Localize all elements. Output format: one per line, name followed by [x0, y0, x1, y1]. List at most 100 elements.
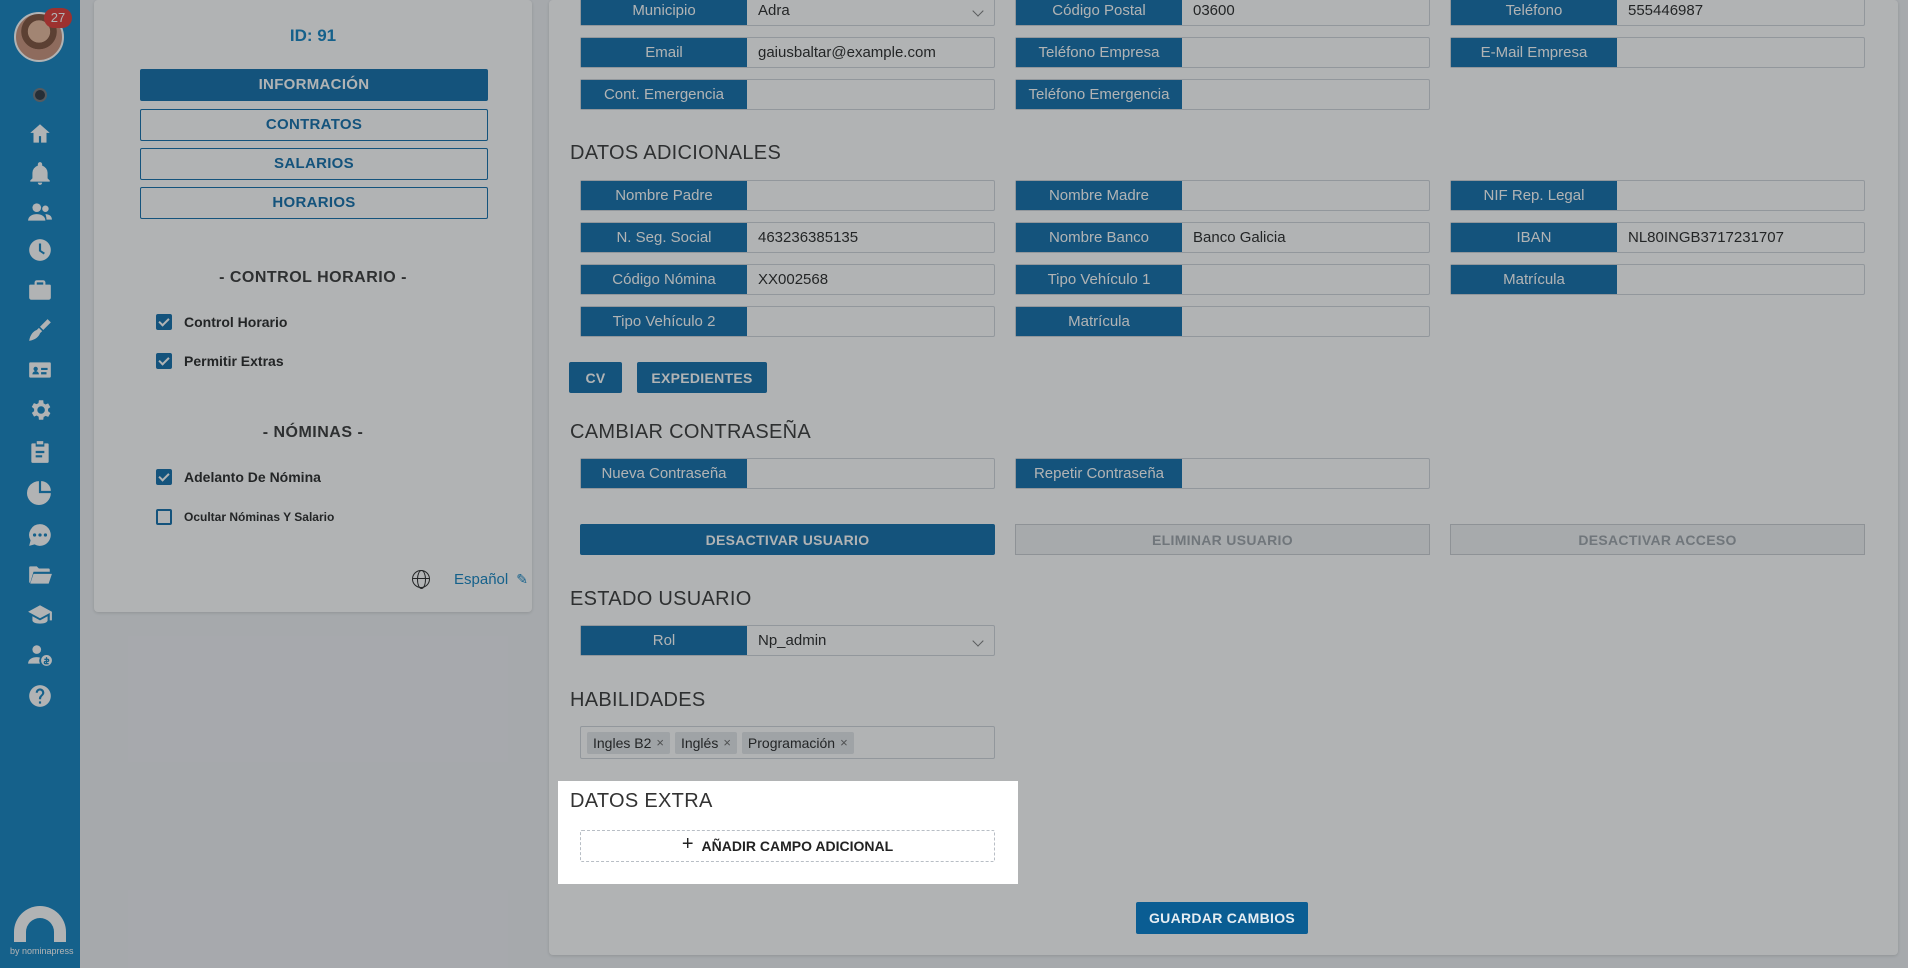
repetir-contrasena-field[interactable]: Repetir Contraseña [1015, 458, 1430, 489]
iban-field[interactable]: IBAN NL80INGB3717231707 [1450, 222, 1865, 253]
estado-usuario-title: ESTADO USUARIO [570, 588, 752, 610]
adelanto-nomina-checkbox-row[interactable]: Adelanto De Nómina [156, 469, 321, 485]
field-value[interactable] [1182, 265, 1429, 294]
field-value[interactable] [1182, 181, 1429, 210]
field-value[interactable]: Np_admin [747, 626, 994, 655]
tab-informacion[interactable]: INFORMACIÓN [140, 69, 488, 101]
nombre-banco-field[interactable]: Nombre Banco Banco Galicia [1015, 222, 1430, 253]
field-label: Teléfono Empresa [1016, 38, 1182, 67]
clock-icon[interactable] [26, 236, 54, 264]
matricula-2-field[interactable]: Matrícula [1015, 306, 1430, 337]
seg-social-field[interactable]: N. Seg. Social 463236385135 [580, 222, 995, 253]
cv-button[interactable]: CV [569, 362, 622, 393]
home-icon[interactable] [26, 120, 54, 148]
field-value[interactable]: 463236385135 [747, 223, 994, 252]
nombre-padre-field[interactable]: Nombre Padre [580, 180, 995, 211]
chevron-down-icon[interactable] [972, 635, 984, 647]
eliminar-usuario-button[interactable]: ELIMINAR USUARIO [1015, 524, 1430, 555]
nif-rep-legal-field[interactable]: NIF Rep. Legal [1450, 180, 1865, 211]
add-extra-field-button[interactable]: + AÑADIR CAMPO ADICIONAL [580, 830, 995, 862]
gear-icon[interactable] [26, 396, 54, 424]
desactivar-acceso-button[interactable]: DESACTIVAR ACCESO [1450, 524, 1865, 555]
habilidades-title: HABILIDADES [570, 689, 706, 711]
desactivar-usuario-button[interactable]: DESACTIVAR USUARIO [580, 524, 995, 555]
id-card-icon[interactable] [26, 356, 54, 384]
rol-select[interactable]: Rol Np_admin [580, 625, 995, 656]
telefono-field[interactable]: Teléfono 555446987 [1450, 0, 1865, 26]
telefono-empresa-field[interactable]: Teléfono Empresa [1015, 37, 1430, 68]
tab-salarios[interactable]: SALARIOS [140, 148, 488, 180]
codigo-nomina-field[interactable]: Código Nómina XX002568 [580, 264, 995, 295]
checkbox-label: Adelanto De Nómina [184, 469, 321, 485]
field-value[interactable]: Adra [747, 0, 994, 25]
field-label: NIF Rep. Legal [1451, 181, 1617, 210]
field-value[interactable] [747, 80, 994, 109]
field-label: Nombre Padre [581, 181, 747, 210]
field-label: Teléfono [1451, 0, 1617, 25]
telefono-emergencia-field[interactable]: Teléfono Emergencia [1015, 79, 1430, 110]
bell-icon[interactable] [26, 160, 54, 188]
checkbox[interactable] [156, 314, 172, 330]
broom-icon[interactable] [26, 316, 54, 344]
clipboard-icon[interactable] [26, 438, 54, 466]
tipo-vehiculo-2-field[interactable]: Tipo Vehículo 2 [580, 306, 995, 337]
field-value[interactable] [1182, 38, 1429, 67]
expedientes-button[interactable]: EXPEDIENTES [637, 362, 767, 393]
email-empresa-field[interactable]: E-Mail Empresa [1450, 37, 1865, 68]
field-value[interactable] [1617, 38, 1864, 67]
folder-icon[interactable] [26, 561, 54, 589]
field-value[interactable]: NL80INGB3717231707 [1617, 223, 1864, 252]
control-horario-checkbox-row[interactable]: Control Horario [156, 314, 287, 330]
tab-contratos[interactable]: CONTRATOS [140, 109, 488, 141]
close-icon[interactable]: × [656, 735, 664, 750]
control-horario-title: - CONTROL HORARIO - [219, 269, 407, 286]
field-value[interactable]: Banco Galicia [1182, 223, 1429, 252]
permitir-extras-checkbox-row[interactable]: Permitir Extras [156, 353, 284, 369]
users-icon[interactable] [26, 198, 54, 226]
close-icon[interactable]: × [840, 735, 848, 750]
skill-chip: Programación × [741, 731, 854, 754]
municipio-select[interactable]: Municipio Adra [580, 0, 995, 26]
field-value[interactable]: gaiusbaltar@example.com [747, 38, 994, 67]
field-value[interactable] [1182, 307, 1429, 336]
field-value[interactable] [1617, 181, 1864, 210]
email-field[interactable]: Email gaiusbaltar@example.com [580, 37, 995, 68]
field-label: IBAN [1451, 223, 1617, 252]
chevron-down-icon[interactable] [972, 5, 984, 17]
field-label: Nueva Contraseña [581, 459, 747, 488]
employee-side-panel: ID: 91 INFORMACIÓN CONTRATOS SALARIOS HO… [94, 0, 532, 612]
field-value[interactable] [1617, 265, 1864, 294]
field-value[interactable] [747, 307, 994, 336]
field-value[interactable] [747, 459, 994, 488]
contacto-emergencia-field[interactable]: Cont. Emergencia [580, 79, 995, 110]
briefcase-icon[interactable] [26, 276, 54, 304]
pie-chart-icon[interactable] [26, 478, 54, 506]
help-icon[interactable] [26, 682, 54, 710]
close-icon[interactable]: × [723, 735, 731, 750]
field-value[interactable]: 555446987 [1617, 0, 1864, 25]
field-value[interactable]: 03600 [1182, 0, 1429, 25]
tipo-vehiculo-1-field[interactable]: Tipo Vehículo 1 [1015, 264, 1430, 295]
tab-horarios[interactable]: HORARIOS [140, 187, 488, 219]
checkbox[interactable] [156, 469, 172, 485]
save-changes-button[interactable]: GUARDAR CAMBIOS [1136, 902, 1308, 934]
field-value[interactable]: XX002568 [747, 265, 994, 294]
field-label: Matrícula [1016, 307, 1182, 336]
checkbox[interactable] [156, 353, 172, 369]
nombre-madre-field[interactable]: Nombre Madre [1015, 180, 1430, 211]
checkbox[interactable] [156, 509, 172, 525]
habilidades-input[interactable]: Ingles B2 × Inglés × Programación × [580, 726, 995, 759]
field-value[interactable] [747, 181, 994, 210]
graduation-cap-icon[interactable] [26, 601, 54, 629]
field-value[interactable] [1182, 459, 1429, 488]
field-value[interactable] [1182, 80, 1429, 109]
language-label[interactable]: Español [454, 571, 508, 588]
ocultar-nominas-checkbox-row[interactable]: Ocultar Nóminas Y Salario [156, 509, 334, 525]
nueva-contrasena-field[interactable]: Nueva Contraseña [580, 458, 995, 489]
matricula-1-field[interactable]: Matrícula [1450, 264, 1865, 295]
user-money-icon[interactable] [26, 641, 54, 669]
pencil-icon[interactable]: ✎ [516, 571, 528, 588]
chat-icon[interactable] [26, 521, 54, 549]
language-selector[interactable]: Español ✎ [412, 570, 528, 589]
codigo-postal-field[interactable]: Código Postal 03600 [1015, 0, 1430, 26]
